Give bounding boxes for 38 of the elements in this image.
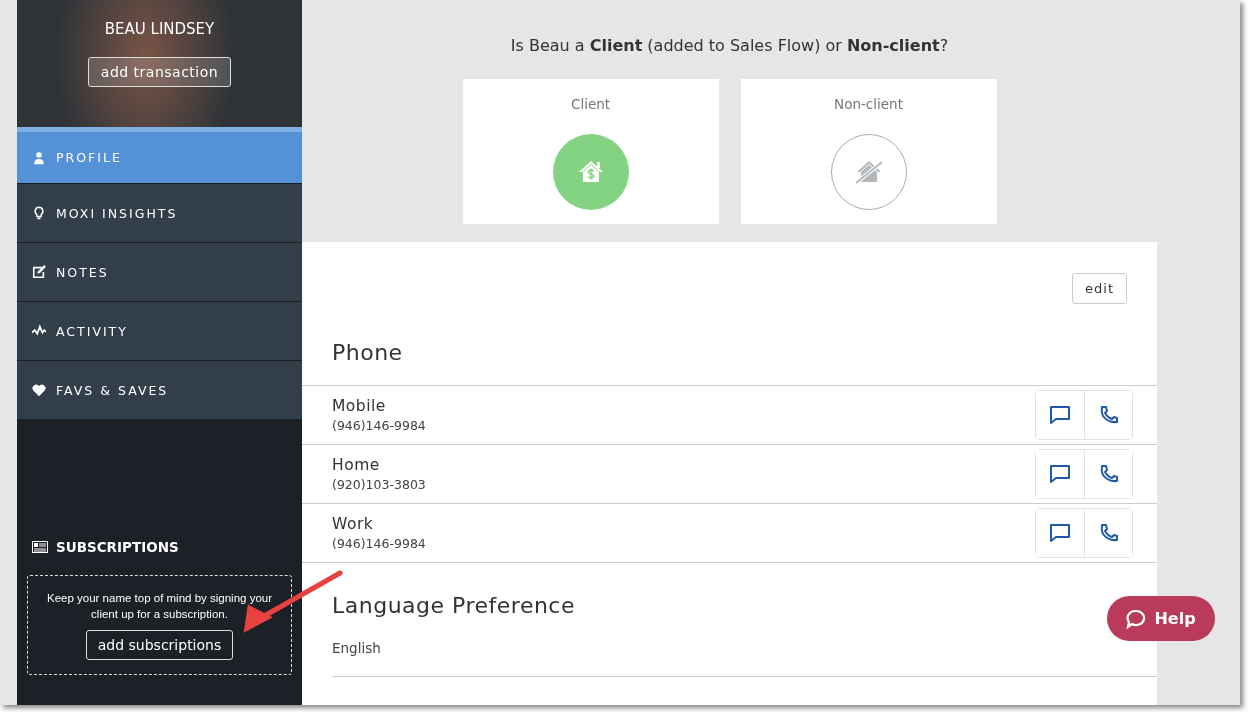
- call-button[interactable]: [1084, 391, 1132, 439]
- language-value: English: [332, 640, 1157, 677]
- subscriptions-title: SUBSCRIPTIONS: [56, 539, 179, 555]
- call-button[interactable]: [1084, 509, 1132, 557]
- call-button[interactable]: [1084, 450, 1132, 498]
- phone-number: (946)146-9984: [332, 418, 427, 433]
- help-button[interactable]: Help: [1107, 596, 1215, 641]
- section-heading: Phone: [332, 340, 404, 365]
- phone-label: Mobile: [332, 397, 387, 415]
- chat-icon: [1049, 463, 1071, 485]
- nav-item[interactable]: FAVS & SAVES: [17, 361, 302, 420]
- phone-label: Home: [332, 456, 381, 474]
- chat-icon: [1049, 522, 1071, 544]
- nav-item[interactable]: ACTIVITY: [17, 302, 302, 361]
- nav-item[interactable]: NOTES: [17, 243, 302, 302]
- person-icon: [32, 150, 46, 165]
- pulse-icon: [32, 324, 46, 338]
- section-heading: Language Preference: [332, 593, 576, 618]
- contact-name: BEAU LINDSEY: [104, 20, 215, 38]
- add-transaction-button[interactable]: add transaction: [87, 57, 232, 87]
- client-question: Is Beau a Client (added to Sales Flow) or Non-client?: [510, 36, 949, 55]
- choice-card[interactable]: Non-client: [740, 79, 997, 224]
- phone-number: (946)146-9984: [332, 536, 427, 551]
- house-dollar-icon: [578, 161, 603, 182]
- chat-icon: [1049, 404, 1071, 426]
- chat-icon: [1126, 608, 1147, 629]
- phone-number: (920)103-3803: [332, 477, 427, 492]
- subscriptions-text: Keep your name top of mind by signing your client up for a subscription.: [46, 591, 273, 622]
- house-crossed-icon: [854, 160, 883, 185]
- phone-label: Work: [332, 515, 375, 533]
- newspaper-icon: [32, 541, 48, 553]
- choice-card[interactable]: Client: [462, 79, 719, 224]
- heart-icon: [32, 383, 46, 397]
- edit-icon: [32, 265, 46, 279]
- add-subscriptions-button[interactable]: add subscriptions: [85, 630, 234, 660]
- nav-item[interactable]: MOXI INSIGHTS: [17, 184, 302, 243]
- lightbulb-icon: [32, 206, 46, 220]
- edit-button[interactable]: edit: [1072, 273, 1127, 304]
